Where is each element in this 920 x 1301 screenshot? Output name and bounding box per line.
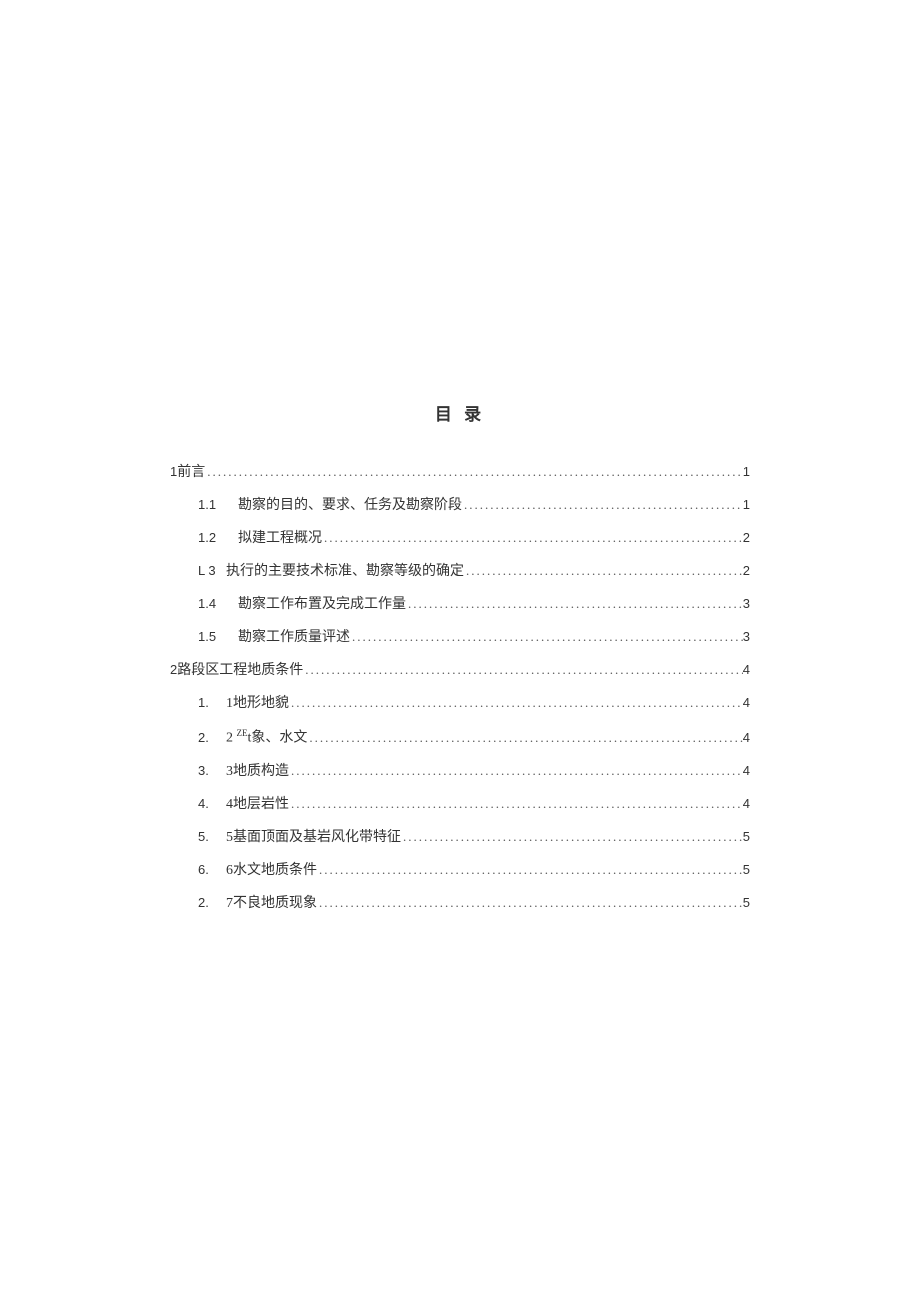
toc-number: 1.4 <box>198 597 226 610</box>
toc-text: 勘察的目的、要求、任务及勘察阶段 <box>238 499 462 513</box>
toc-number: 1. <box>198 696 226 709</box>
toc-page-number: 1 <box>743 465 750 478</box>
toc-page-number: 2 <box>743 564 750 577</box>
toc-entry-2-2: 2. 2 ZEt象、水文 4 <box>198 729 750 746</box>
toc-entry-2-4: 4. 4地层岩性 4 <box>198 797 750 812</box>
toc-text: 前言 <box>177 466 205 480</box>
toc-entry-2-5: 5. 5基面顶面及基岩风化带特征 5 <box>198 830 750 845</box>
toc-page-number: 5 <box>743 830 750 843</box>
toc-leader-dots <box>462 498 743 511</box>
toc-entry-section-1: 1前言 1 <box>170 465 750 480</box>
toc-page-number: 4 <box>743 764 750 777</box>
toc-number: 1.1 <box>198 498 226 511</box>
toc-text: 执行的主要技术标准、勘察等级的确定 <box>226 565 464 579</box>
toc-number: 3. <box>198 764 226 777</box>
toc-entry-section-2: 2路段区工程地质条件 4 <box>170 663 750 678</box>
toc-entry-1-5: 1.5 勘察工作质量评述 3 <box>198 630 750 645</box>
toc-page-number: 4 <box>743 696 750 709</box>
toc-text: 6水文地质条件 <box>226 864 317 878</box>
toc-number: 2 <box>170 663 177 676</box>
toc-text: 勘察工作质量评述 <box>238 631 350 645</box>
toc-page-number: 3 <box>743 630 750 643</box>
toc-page-number: 2 <box>743 531 750 544</box>
toc-text: 拟建工程概况 <box>238 532 322 546</box>
toc-leader-dots <box>317 863 743 876</box>
toc-entry-1-1: 1.1 勘察的目的、要求、任务及勘察阶段 1 <box>198 498 750 513</box>
toc-entry-2-1: 1. 1地形地貌 4 <box>198 696 750 711</box>
toc-number: 1.5 <box>198 630 226 643</box>
toc-entry-2-7: 2. 7不良地质现象 5 <box>198 896 750 911</box>
toc-entry-2-6: 6. 6水文地质条件 5 <box>198 863 750 878</box>
toc-page-number: 4 <box>743 663 750 676</box>
toc-number: 6. <box>198 863 226 876</box>
toc-leader-dots <box>464 564 743 577</box>
toc-page-number: 3 <box>743 597 750 610</box>
toc-number: 1 <box>170 465 177 478</box>
toc-leader-dots <box>303 663 743 676</box>
toc-page-number: 4 <box>743 797 750 810</box>
toc-text: 5基面顶面及基岩风化带特征 <box>226 831 401 845</box>
toc-leader-dots <box>205 465 743 478</box>
toc-number: L 3 <box>198 564 226 577</box>
toc-text: 3地质构造 <box>226 765 289 779</box>
toc-leader-dots <box>289 696 743 709</box>
toc-text: 2 ZEt象、水文 <box>226 729 307 746</box>
toc-text: 4地层岩性 <box>226 798 289 812</box>
toc-text: 路段区工程地质条件 <box>177 664 303 678</box>
toc-leader-dots <box>307 731 742 744</box>
toc-page-number: 4 <box>743 731 750 744</box>
toc-leader-dots <box>322 531 743 544</box>
toc-leader-dots <box>289 764 743 777</box>
toc-number: 2. <box>198 731 226 744</box>
toc-number: 2. <box>198 896 226 909</box>
toc-leader-dots <box>317 896 743 909</box>
toc-leader-dots <box>406 597 743 610</box>
toc-leader-dots <box>401 830 743 843</box>
toc-number: 5. <box>198 830 226 843</box>
toc-page-number: 5 <box>743 896 750 909</box>
toc-entry-1-2: 1.2 拟建工程概况 2 <box>198 531 750 546</box>
toc-number: 4. <box>198 797 226 810</box>
toc-entry-1-4: 1.4 勘察工作布置及完成工作量 3 <box>198 597 750 612</box>
toc-text: 1地形地貌 <box>226 697 289 711</box>
toc-leader-dots <box>350 630 743 643</box>
toc-entry-1-3: L 3执行的主要技术标准、勘察等级的确定 2 <box>198 564 750 579</box>
toc-text: 7不良地质现象 <box>226 897 317 911</box>
toc-page-number: 1 <box>743 498 750 511</box>
toc-page-number: 5 <box>743 863 750 876</box>
toc-entry-2-3: 3. 3地质构造 4 <box>198 764 750 779</box>
toc-title: 目 录 <box>170 400 750 425</box>
toc-leader-dots <box>289 797 743 810</box>
toc-number: 1.2 <box>198 531 226 544</box>
document-page: 目 录 1前言 1 1.1 勘察的目的、要求、任务及勘察阶段 1 1.2 拟建工… <box>0 0 920 911</box>
toc-text: 勘察工作布置及完成工作量 <box>238 598 406 612</box>
